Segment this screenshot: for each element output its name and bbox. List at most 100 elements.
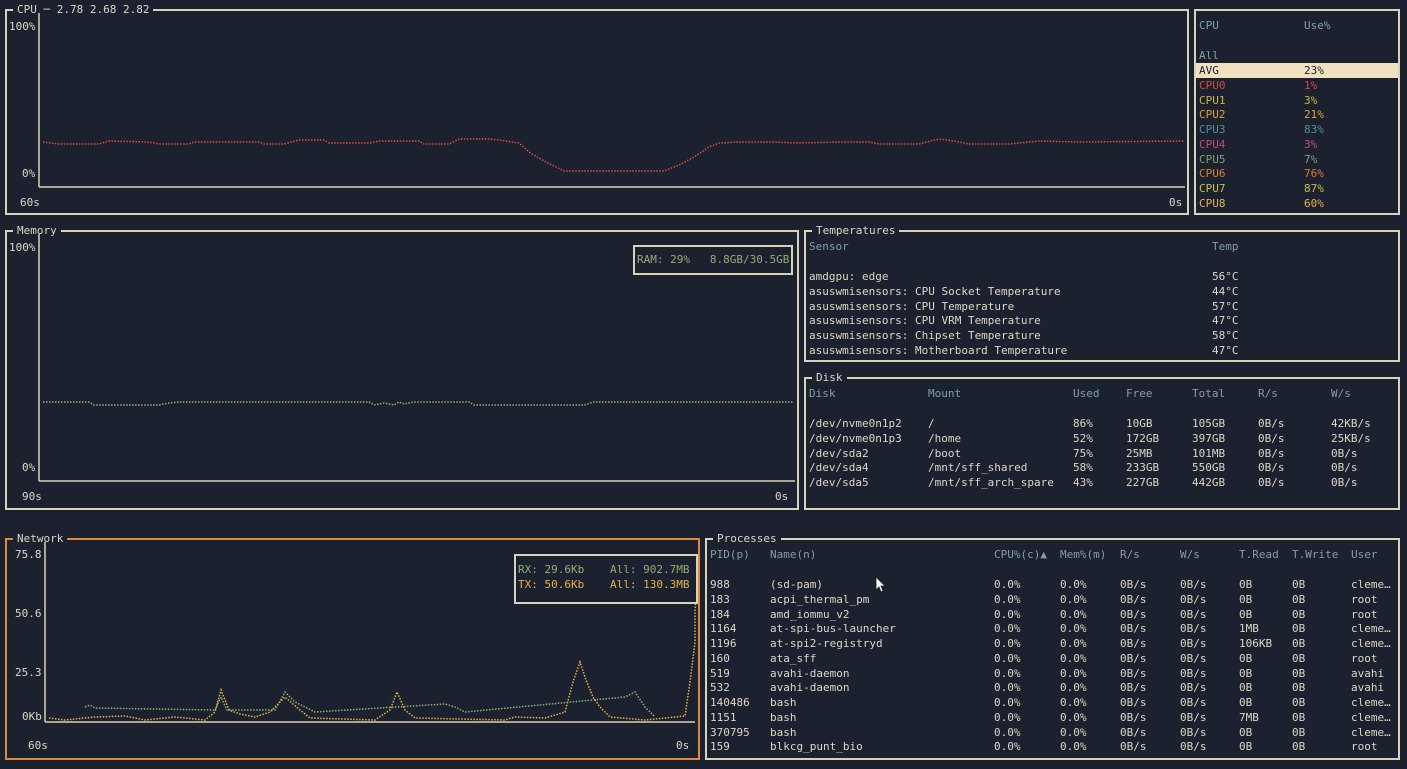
process-cell: 159 bbox=[710, 740, 730, 754]
cpu-row-use: 3% bbox=[1304, 93, 1318, 107]
process-cell: root bbox=[1351, 740, 1378, 754]
process-row[interactable]: 532 avahi-daemon 0.0% 0.0% 0B/s 0B/s 0B 0B avahi bbox=[707, 680, 1398, 695]
temperature-row: asuswmisensors: Chipset Temperature 58°C bbox=[806, 328, 1398, 343]
cpu-row-cpu0[interactable]: CPU0 1% bbox=[1196, 78, 1398, 93]
disk-col-header: Total bbox=[1192, 387, 1226, 400]
process-cell: 0B/s bbox=[1180, 607, 1207, 621]
process-cell: 0B bbox=[1239, 681, 1253, 695]
process-col-header[interactable]: R/s bbox=[1120, 547, 1140, 562]
cpu-row-name: CPU2 bbox=[1199, 108, 1226, 122]
process-cell: bash bbox=[770, 710, 797, 724]
process-header-row[interactable]: PID(p) Name(n) CPU%(c)▲ Mem%(m) R/s W/s T.Read… bbox=[707, 547, 1398, 562]
process-col-header[interactable]: Mem%(m) bbox=[1060, 547, 1106, 562]
network-panel[interactable]: Network 75.8 50.6 25.3 0Kb 60s 0s RX: 29… bbox=[5, 532, 700, 760]
rx-rate: RX: 29.6Kb bbox=[518, 563, 585, 576]
cpu-row-name: CPU1 bbox=[1199, 93, 1226, 107]
process-cell: 0B bbox=[1239, 651, 1253, 665]
process-cell: 0.0% bbox=[994, 740, 1021, 754]
process-col-header[interactable]: User bbox=[1351, 547, 1378, 562]
process-row[interactable]: 370795 bash 0.0% 0.0% 0B/s 0B/s 0B 0B cleme… bbox=[707, 725, 1398, 740]
process-row[interactable]: 988 (sd-pam) 0.0% 0.0% 0B/s 0B/s 0B 0B cleme… bbox=[707, 577, 1398, 592]
process-cell: 0B/s bbox=[1180, 578, 1207, 591]
process-col-header[interactable]: CPU%(c)▲ bbox=[994, 547, 1047, 562]
cpu-all-item[interactable]: All bbox=[1199, 49, 1219, 63]
process-cell: 0B bbox=[1292, 696, 1306, 709]
cpu-title: CPU bbox=[17, 3, 37, 16]
process-row[interactable]: 160 ata_sff 0.0% 0.0% 0B/s 0B/s 0B 0B root bbox=[707, 651, 1398, 666]
rx-line bbox=[84, 690, 656, 718]
cpu-row-cpu7[interactable]: CPU7 87% bbox=[1196, 181, 1398, 196]
mem-y-top: 100% bbox=[9, 241, 36, 254]
sensor-name: asuswmisensors: Motherboard Temperature bbox=[809, 343, 1068, 357]
process-col-header[interactable]: T.Write bbox=[1292, 547, 1338, 562]
process-cell: 0B/s bbox=[1180, 666, 1207, 680]
cpu-row-use: 1% bbox=[1304, 78, 1318, 92]
disk-cell: 52% bbox=[1073, 431, 1093, 445]
temperatures-panel[interactable]: Temperatures Sensor Temp amdgpu: edge 56°… bbox=[804, 224, 1400, 362]
disk-col-header: Disk bbox=[809, 387, 836, 400]
process-row[interactable]: 140486 bash 0.0% 0.0% 0B/s 0B/s 0B 0B cleme… bbox=[707, 695, 1398, 710]
temperature-row: amdgpu: edge 56°C bbox=[806, 269, 1398, 284]
memory-panel[interactable]: Memory 100% 0% 90s 0s RAM: 29% 8.8GB/30.… bbox=[5, 224, 799, 510]
net-x-left: 60s bbox=[28, 739, 48, 752]
disk-cell: 0B/s bbox=[1258, 446, 1285, 460]
process-cell: cleme… bbox=[1351, 578, 1391, 591]
process-row[interactable]: 1151 bash 0.0% 0.0% 0B/s 0B/s 7MB 0B cleme… bbox=[707, 710, 1398, 725]
cpu-row-use: 87% bbox=[1304, 182, 1324, 195]
disk-panel[interactable]: Disk Disk Mount Used Free Total R/s W/s /dev/n… bbox=[804, 371, 1400, 510]
cpu-row-name: CPU8 bbox=[1199, 196, 1226, 210]
process-row[interactable]: 1196 at-spi2-registryd 0.0% 0.0% 0B/s 0B/s 106… bbox=[707, 636, 1398, 651]
cpu-row-cpu4[interactable]: CPU4 3% bbox=[1196, 137, 1398, 152]
process-col-header[interactable]: Name(n) bbox=[770, 547, 816, 562]
disk-cell: 442GB bbox=[1192, 476, 1226, 489]
sensor-name: asuswmisensors: CPU Temperature bbox=[809, 299, 1015, 313]
process-row[interactable]: 159 blkcg_punt_bio 0.0% 0.0% 0B/s 0B/s 0B 0B roo… bbox=[707, 739, 1398, 754]
process-row[interactable]: 184 amd_iommu_v2 0.0% 0.0% 0B/s 0B/s 0B 0B root bbox=[707, 607, 1398, 622]
cpu-row-cpu3[interactable]: CPU3 83% bbox=[1196, 122, 1398, 137]
process-row[interactable]: 183 acpi_thermal_pm 0.0% 0.0% 0B/s 0B/s 0B 0B ro… bbox=[707, 592, 1398, 607]
process-cell: 0B/s bbox=[1120, 725, 1147, 739]
process-cell: 0.0% bbox=[1060, 725, 1087, 739]
cpu-row-cpu2[interactable]: CPU2 21% bbox=[1196, 107, 1398, 122]
sensor-temp: 47°C bbox=[1212, 314, 1239, 328]
disk-cell: /dev/sda4 bbox=[809, 461, 869, 475]
cpu-row-use: 23% bbox=[1304, 64, 1324, 77]
disk-cell: 86% bbox=[1073, 417, 1093, 430]
cpu-row-use: 60% bbox=[1304, 196, 1324, 210]
disk-cell: /dev/sda5 bbox=[809, 476, 869, 489]
cpu-row-name: CPU6 bbox=[1199, 167, 1226, 181]
temp-col-header: Temp bbox=[1212, 240, 1239, 253]
process-col-header[interactable]: W/s bbox=[1180, 547, 1200, 562]
process-cell: avahi bbox=[1351, 681, 1385, 695]
sensor-name: asuswmisensors: CPU Socket Temperature bbox=[809, 284, 1061, 298]
process-cell: cleme… bbox=[1351, 696, 1391, 709]
cpu-row-use: 3% bbox=[1304, 137, 1318, 151]
ram-usage-line bbox=[43, 401, 793, 406]
process-col-header[interactable]: PID(p) bbox=[710, 547, 750, 562]
processes-panel[interactable]: Processes PID(p) Name(n) CPU%(c)▲ Mem%(m) R/… bbox=[705, 532, 1400, 760]
cpu-row-cpu1[interactable]: CPU1 3% bbox=[1196, 93, 1398, 108]
process-col-header[interactable]: T.Read bbox=[1239, 547, 1279, 562]
cpu-row-avg[interactable]: AVG 23% bbox=[1196, 63, 1398, 78]
cpu-list-panel[interactable]: CPU Use% All AVG 23% CPU0 1% CPU1 3% CPU2 21% CP… bbox=[1194, 9, 1400, 215]
process-row[interactable]: 1164 at-spi-bus-launcher 0.0% 0.0% 0B/s 0B/s 1… bbox=[707, 621, 1398, 636]
cpu-row-cpu6[interactable]: CPU6 76% bbox=[1196, 166, 1398, 181]
process-cell: bash bbox=[770, 725, 797, 739]
net-y-label-1: 75.8 bbox=[15, 548, 42, 561]
process-row[interactable]: 519 avahi-daemon 0.0% 0.0% 0B/s 0B/s 0B 0B avahi bbox=[707, 666, 1398, 681]
cpu-row-cpu5[interactable]: CPU5 7% bbox=[1196, 152, 1398, 167]
cpu-panel[interactable]: CPU ─ 2.78 2.68 2.82 100% 0% 60s 0s bbox=[5, 3, 1189, 215]
process-cell: 106KB bbox=[1239, 637, 1273, 650]
process-cell: 0B/s bbox=[1180, 740, 1207, 754]
sensor-temp: 58°C bbox=[1212, 329, 1239, 342]
process-cell: 0.0% bbox=[994, 622, 1021, 636]
process-cell: 0B/s bbox=[1180, 710, 1207, 724]
process-cell: 160 bbox=[710, 651, 730, 665]
cpu-row-name: AVG bbox=[1199, 64, 1219, 77]
process-cell: 0.0% bbox=[994, 651, 1021, 665]
process-cell: 0B/s bbox=[1180, 696, 1207, 709]
cpu-row-cpu8[interactable]: CPU8 60% bbox=[1196, 196, 1398, 211]
process-cell: 0B/s bbox=[1120, 666, 1147, 680]
process-cell: 1151 bbox=[710, 710, 737, 724]
temperature-row: asuswmisensors: CPU Socket Temperature 44… bbox=[806, 284, 1398, 299]
